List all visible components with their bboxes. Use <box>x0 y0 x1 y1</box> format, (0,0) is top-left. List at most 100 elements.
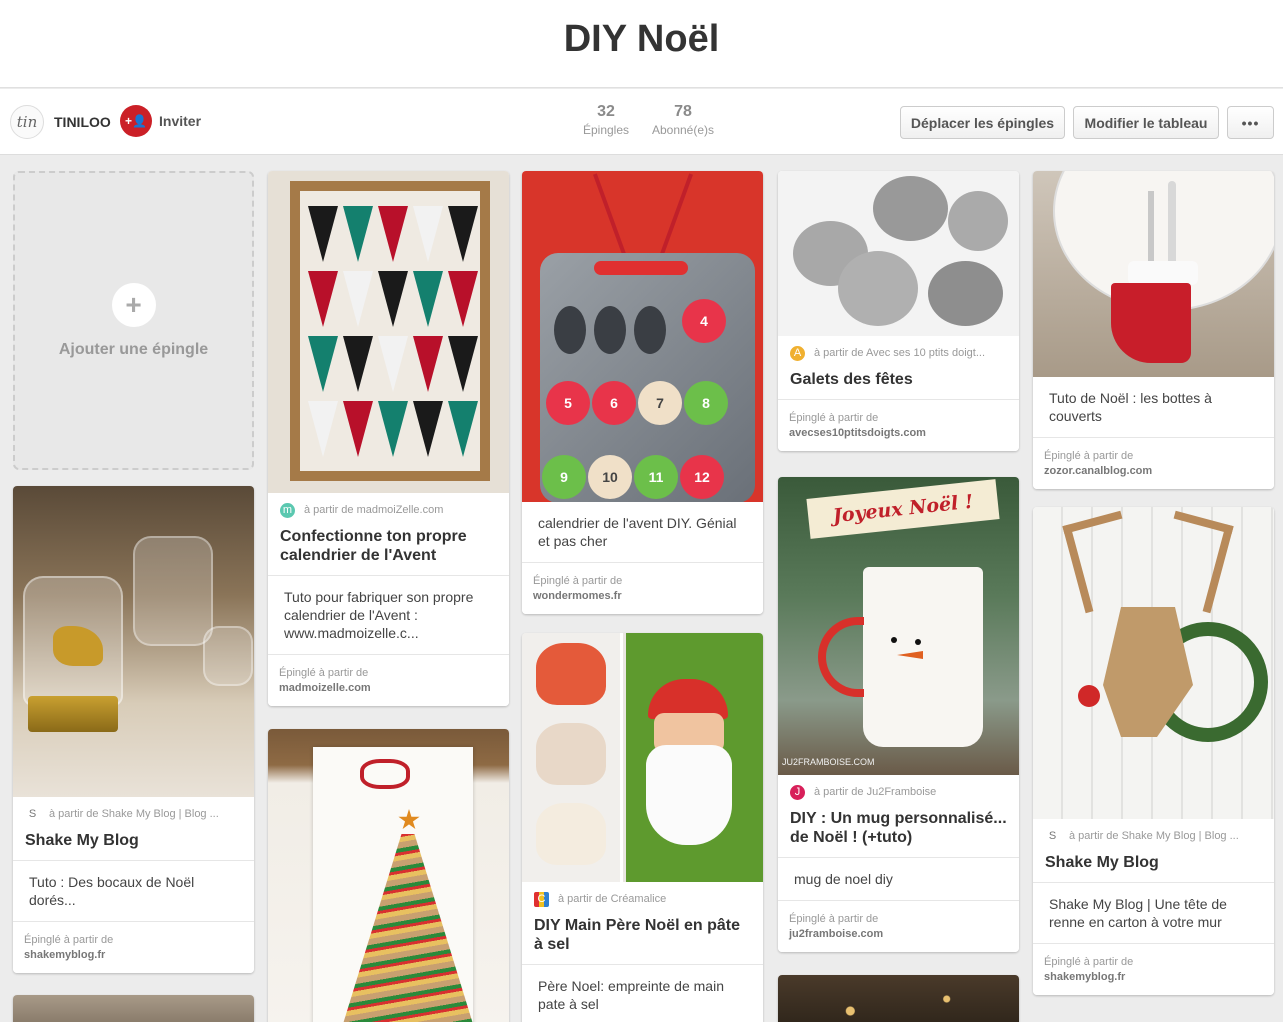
pin-card-salt-dough-santa[interactable]: Cà partir de Créamalice DIY Main Père No… <box>522 633 763 1022</box>
advent-number: 8 <box>684 381 728 425</box>
add-pin-button[interactable]: + Ajouter une épingle <box>13 171 254 470</box>
pins-label: Épingles <box>582 123 630 137</box>
pin-card-partial[interactable] <box>13 995 254 1022</box>
pin-image[interactable] <box>1033 171 1274 377</box>
tin-handle-shape <box>594 261 688 275</box>
pin-card-reindeer-head[interactable]: Sà partir de Shake My Blog | Blog ... Sh… <box>1033 507 1274 995</box>
add-pin-label[interactable]: Ajouter une épingle <box>15 341 252 359</box>
pin-card-painted-pebbles[interactable]: Aà partir de Avec ses 10 ptits doigt... … <box>778 171 1019 451</box>
pin-footer[interactable]: Épinglé à partir de ju2framboise.com <box>778 900 1019 952</box>
pinned-from-label: Épinglé à partir de <box>279 667 369 679</box>
pin-image[interactable] <box>268 171 509 493</box>
raspberry-logo-icon: J <box>790 784 805 800</box>
pin-domain[interactable]: shakemyblog.fr <box>1044 971 1263 983</box>
pin-image[interactable] <box>13 995 254 1022</box>
pin-card-partial[interactable] <box>778 975 1019 1022</box>
pin-image[interactable] <box>13 486 254 797</box>
source-text[interactable]: à partir de Shake My Blog | Blog ... <box>49 808 219 820</box>
pin-card-snowman-mug[interactable]: Joyeux Noël ! JU2FRAMBOISE.COM Jà partir… <box>778 477 1019 952</box>
tin-cup-shape <box>554 306 586 354</box>
edit-board-button[interactable]: Modifier le tableau <box>1073 106 1219 139</box>
pin-image[interactable] <box>522 633 763 882</box>
ju2framboise-watermark: JU2FRAMBOISE.COM <box>782 757 875 767</box>
pin-footer[interactable]: Épinglé à partir de shakemyblog.fr <box>13 921 254 973</box>
pins-count-stat[interactable]: 32 Épingles <box>580 103 632 137</box>
advent-number: 11 <box>634 455 678 499</box>
heart-logo-icon: A <box>790 345 805 361</box>
pin-title[interactable]: Shake My Blog <box>1033 853 1274 882</box>
pin-footer[interactable]: Épinglé à partir de avecses10ptitsdoigts… <box>778 399 1019 451</box>
followers-count: 78 <box>674 103 692 120</box>
source-text[interactable]: à partir de Ju2Framboise <box>814 786 936 798</box>
source-text[interactable]: à partir de Shake My Blog | Blog ... <box>1069 830 1239 842</box>
owner-name[interactable]: TINILOO <box>54 114 111 130</box>
pin-source[interactable]: Sà partir de Shake My Blog | Blog ... <box>1033 819 1274 853</box>
pin-description: Père Noel: empreinte de main pate à sel <box>522 964 763 1022</box>
invite-button[interactable]: +👤 Inviter <box>120 105 201 137</box>
pin-source[interactable]: Cà partir de Créamalice <box>522 882 763 916</box>
pin-image[interactable] <box>778 975 1019 1022</box>
pin-source[interactable]: Jà partir de Ju2Framboise <box>778 775 1019 809</box>
source-text[interactable]: à partir de Avec ses 10 ptits doigt... <box>814 347 985 359</box>
pin-title[interactable]: DIY Main Père Noël en pâte à sel <box>522 916 763 964</box>
avatar[interactable]: tin <box>10 105 44 139</box>
board-info-bar: tin TINILOO +👤 Inviter 32 Épingles 78 Ab… <box>0 89 1283 155</box>
pin-description: Tuto de Noël : les bottes à couverts <box>1049 390 1212 424</box>
pin-domain[interactable]: madmoizelle.com <box>279 682 498 694</box>
pin-footer[interactable]: Épinglé à partir de wondermomes.fr <box>522 562 763 614</box>
pinned-from-label: Épinglé à partir de <box>24 934 114 946</box>
pin-card-cutlery-stockings[interactable]: Tuto de Noël : les bottes à couverts Épi… <box>1033 171 1274 489</box>
pin-image[interactable]: 4 5 6 7 8 9 10 11 12 <box>522 171 763 502</box>
pin-card-advent-cones[interactable]: m à partir de madmoiZelle.com Confectionn… <box>268 171 509 706</box>
move-pins-button[interactable]: Déplacer les épingles <box>900 106 1065 139</box>
santa-panel <box>626 633 763 882</box>
pin-domain[interactable]: wondermomes.fr <box>533 590 752 602</box>
advent-number: 10 <box>588 455 632 499</box>
source-text[interactable]: à partir de Créamalice <box>558 893 666 905</box>
hand-print-shape <box>536 643 606 705</box>
pin-image[interactable]: Joyeux Noël ! JU2FRAMBOISE.COM <box>778 477 1019 775</box>
pin-footer[interactable]: Épinglé à partir de shakemyblog.fr <box>1033 943 1274 995</box>
pin-footer[interactable]: Épinglé à partir de zozor.canalblog.com <box>1033 437 1274 489</box>
pin-title[interactable]: DIY : Un mug personnalisé... de Noël ! (… <box>778 809 1019 857</box>
pin-card-advent-muffin-tin[interactable]: 4 5 6 7 8 9 10 11 12 calendrier de l'ave… <box>522 171 763 614</box>
source-text[interactable]: à partir de madmoiZelle.com <box>304 504 443 516</box>
more-options-button[interactable]: ••• <box>1227 106 1274 139</box>
source-icon: S <box>1045 828 1060 844</box>
pin-image[interactable] <box>268 729 509 1022</box>
board-owner[interactable]: tin TINILOO <box>10 105 111 139</box>
joyeux-noel-banner: Joyeux Noël ! <box>806 479 1000 539</box>
followers-stat[interactable]: 78 Abonné(e)s <box>650 103 716 137</box>
pin-domain[interactable]: shakemyblog.fr <box>24 949 243 961</box>
pin-title[interactable]: Galets des fêtes <box>778 370 1019 399</box>
pin-domain[interactable]: zozor.canalblog.com <box>1044 465 1263 477</box>
pin-footer[interactable]: Épinglé à partir de madmoizelle.com <box>268 654 509 706</box>
pebble-shape <box>873 176 948 241</box>
ribbon-bow-shape <box>360 759 410 789</box>
advent-number: 5 <box>546 381 590 425</box>
pin-source[interactable]: Aà partir de Avec ses 10 ptits doigt... <box>778 336 1019 370</box>
pin-title[interactable]: Shake My Blog <box>13 831 254 860</box>
pin-description: Shake My Blog | Une tête de renne en car… <box>1033 882 1274 943</box>
red-nose-shape <box>1078 685 1100 707</box>
pin-image[interactable] <box>778 171 1019 336</box>
gold-lid-shape <box>28 696 118 732</box>
add-user-icon[interactable]: +👤 <box>120 105 152 137</box>
pebble-shape <box>928 261 1003 326</box>
carrot-nose-shape <box>897 651 923 659</box>
plus-icon[interactable]: + <box>111 283 156 327</box>
pin-card-snow-globes[interactable]: Sà partir de Shake My Blog | Blog ... Sh… <box>13 486 254 973</box>
pin-image[interactable] <box>1033 507 1274 819</box>
hand-print-shape <box>536 723 606 785</box>
pin-card-pencil-tree[interactable] <box>268 729 509 1022</box>
pin-title[interactable]: Confectionne ton propre calendrier de l'… <box>268 527 509 575</box>
invite-label[interactable]: Inviter <box>159 113 201 129</box>
hand-print-shape <box>536 803 606 865</box>
pin-domain[interactable]: avecses10ptitsdoigts.com <box>789 427 1008 439</box>
pin-description: Tuto pour fabriquer son propre calendrie… <box>268 575 509 654</box>
pin-description: calendrier de l'avent DIY. Génial et pas… <box>538 515 737 549</box>
pin-source[interactable]: m à partir de madmoiZelle.com <box>268 493 509 527</box>
pin-source[interactable]: Sà partir de Shake My Blog | Blog ... <box>13 797 254 831</box>
pin-domain[interactable]: ju2framboise.com <box>789 928 1008 940</box>
followers-label: Abonné(e)s <box>651 123 715 137</box>
